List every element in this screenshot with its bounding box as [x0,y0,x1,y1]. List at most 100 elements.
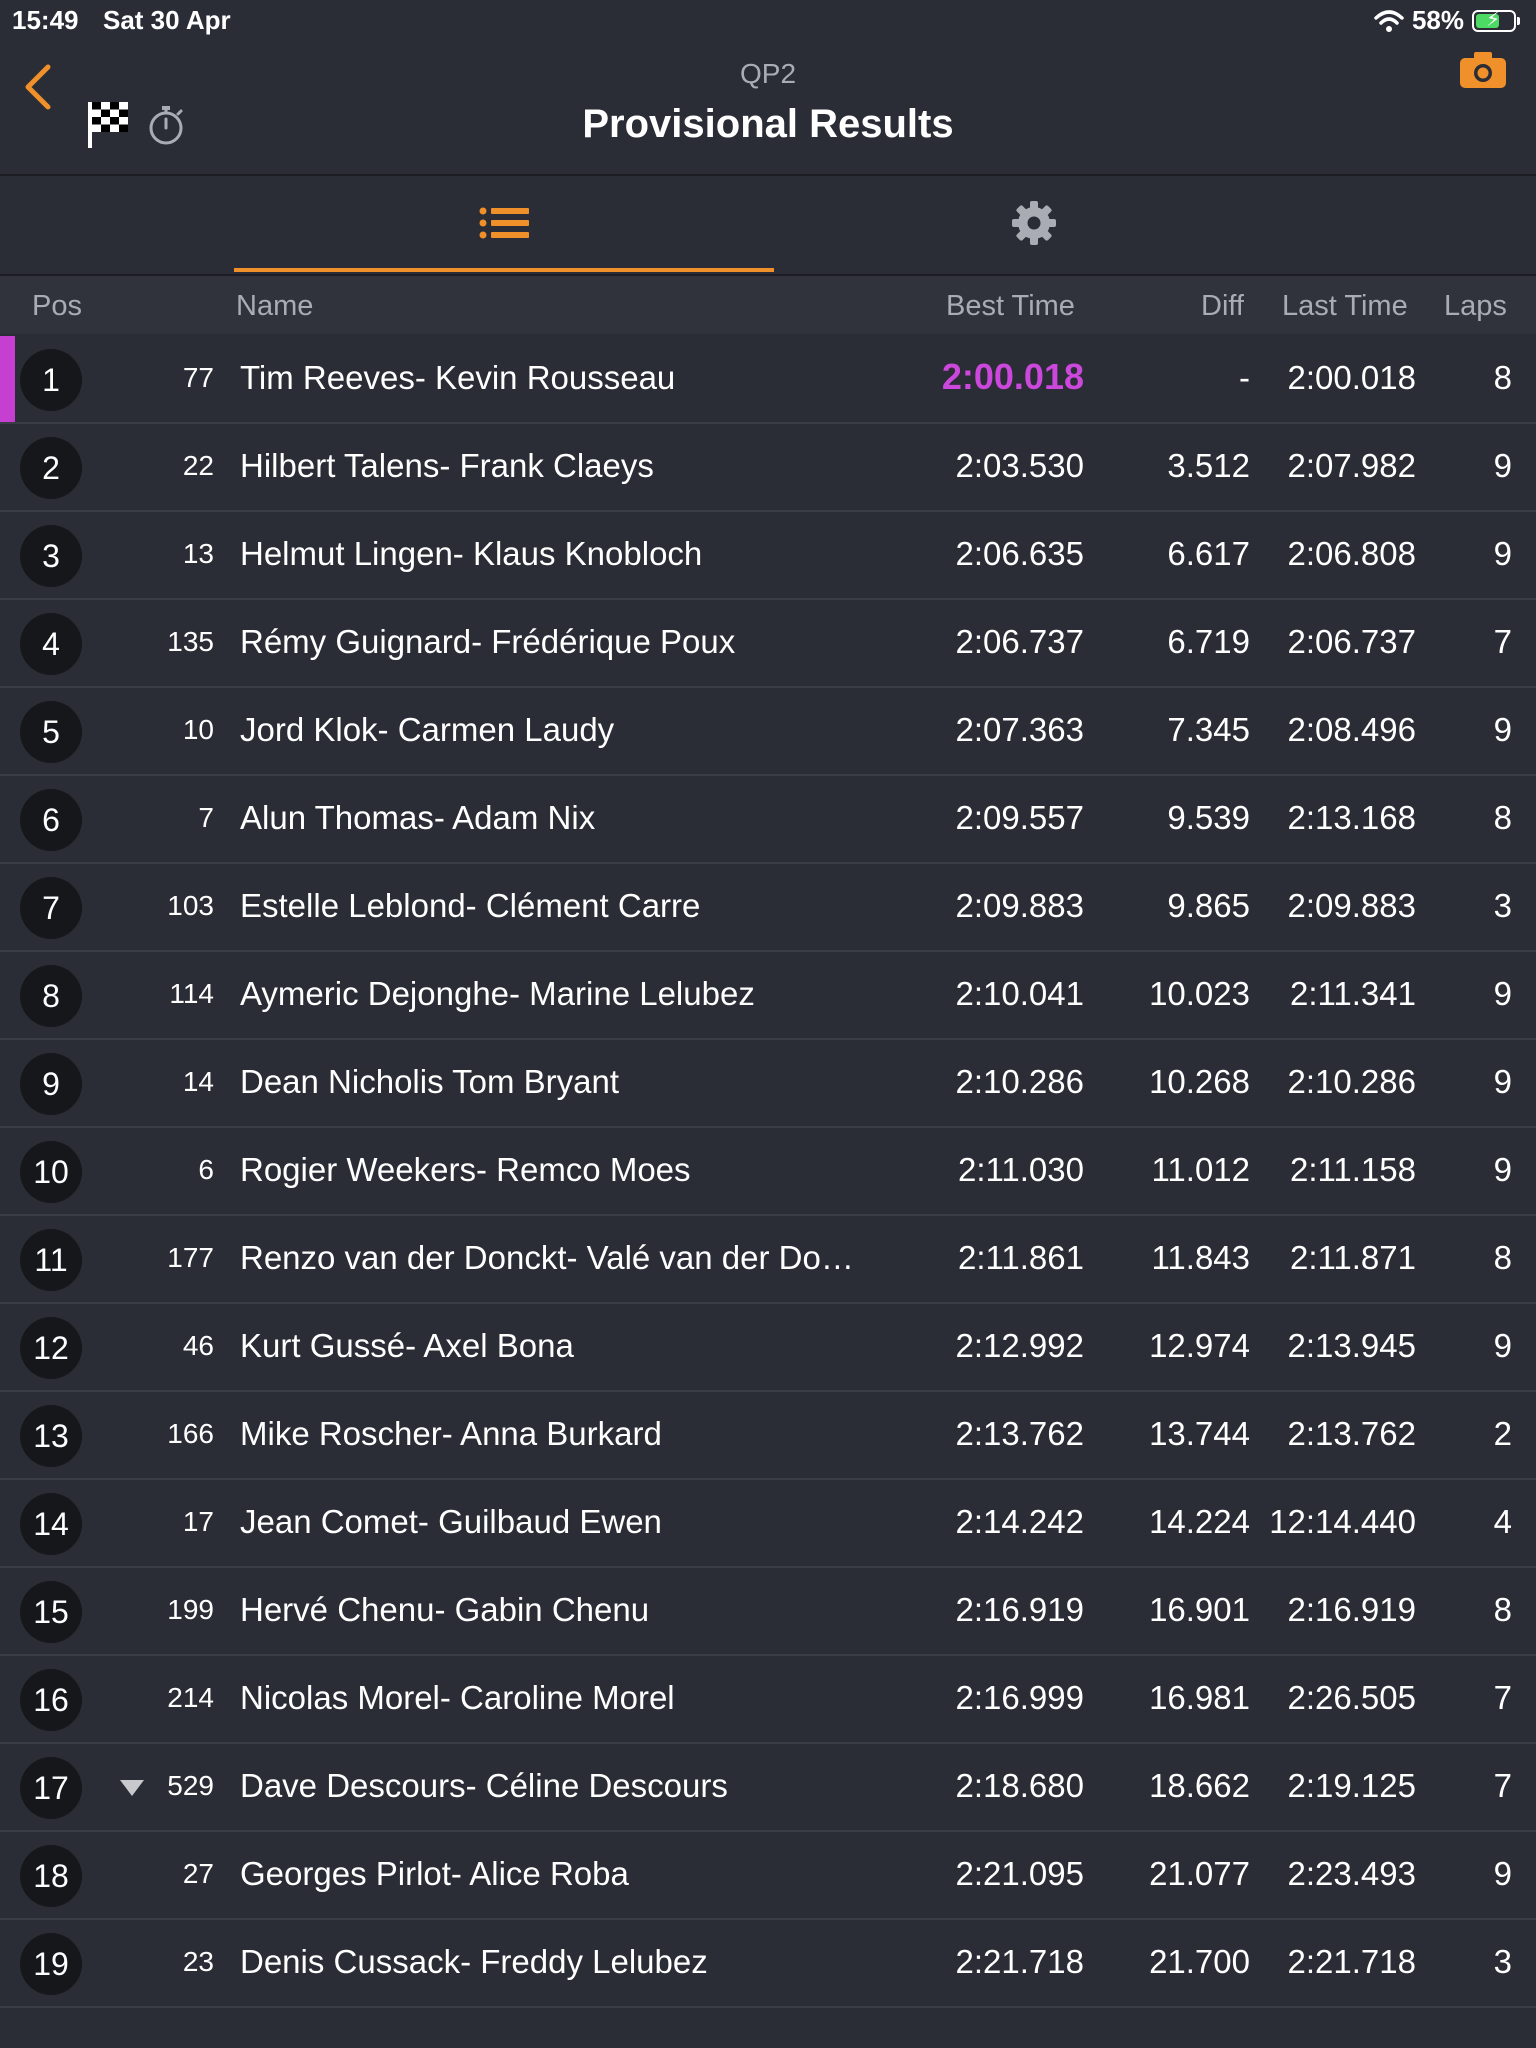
last-time: 2:13.762 [1287,1415,1416,1452]
last-time: 2:06.737 [1287,623,1416,660]
table-row[interactable]: 12 46 Kurt Gussé- Axel Bona 2:12.992 12.974 2… [0,1304,1536,1392]
best-time: 2:09.557 [955,799,1084,836]
diff-time: 18.662 [1149,1767,1250,1804]
best-time: 2:12.992 [955,1327,1084,1364]
table-row[interactable]: 3 13 Helmut Lingen- Klaus Knobloch 2:06.635… [0,512,1536,600]
table-row[interactable]: 15 199 Hervé Chenu- Gabin Chenu 2:16.919 16.… [0,1568,1536,1656]
best-time: 2:03.530 [955,447,1084,484]
table-row[interactable]: 16 214 Nicolas Morel- Caroline Morel 2:16.9… [0,1656,1536,1744]
position-badge: 9 [20,1053,82,1115]
stopwatch-icon[interactable] [146,104,186,146]
driver-names: Mike Roscher- Anna Burkard [240,1415,662,1452]
driver-names: Hilbert Talens- Frank Claeys [240,447,654,484]
best-time: 2:06.737 [955,623,1084,660]
laps-count: 4 [1493,1503,1512,1540]
table-row[interactable]: 2 22 Hilbert Talens- Frank Claeys 2:03.530 3… [0,424,1536,512]
last-time: 2:00.018 [1287,359,1416,396]
status-right: 58% ⚡ [1374,5,1520,36]
last-time: 2:09.883 [1287,887,1416,924]
driver-names: Denis Cussack- Freddy Lelubez [240,1943,708,1980]
table-row[interactable]: 18 27 Georges Pirlot- Alice Roba 2:21.095 21… [0,1832,1536,1920]
last-time: 12:14.440 [1269,1503,1416,1540]
tab-results-list[interactable] [234,174,774,272]
results-table: 1 77 Tim Reeves- Kevin Rousseau 2:00.018-2:… [0,336,1536,2008]
driver-names: Georges Pirlot- Alice Roba [240,1855,629,1892]
best-time: 2:06.635 [955,535,1084,572]
table-row[interactable]: 7 103 Estelle Leblond- Clément Carre 2:09.8… [0,864,1536,952]
laps-count: 8 [1493,359,1512,396]
table-row[interactable]: 19 23 Denis Cussack- Freddy Lelubez 2:21.71… [0,1920,1536,2008]
col-name: Name [236,290,314,322]
column-headers: Pos Name Best Time Diff Last Time Laps [0,276,1536,334]
driver-names: Aymeric Dejonghe- Marine Lelubez [240,975,755,1012]
position-badge: 17 [20,1757,82,1819]
table-row[interactable]: 10 6 Rogier Weekers- Remco Moes 2:11.030 11.… [0,1128,1536,1216]
status-date: Sat 30 Apr [103,5,231,35]
tab-settings[interactable] [764,174,1304,272]
driver-names: Hervé Chenu- Gabin Chenu [240,1591,650,1628]
table-row[interactable]: 17 529 Dave Descours- Céline Descours 2:18.… [0,1744,1536,1832]
driver-names: Rémy Guignard- Frédérique Poux [240,623,736,660]
col-last-time: Last Time [1282,290,1408,322]
laps-count: 9 [1493,535,1512,572]
table-row[interactable]: 1 77 Tim Reeves- Kevin Rousseau 2:00.018-2:… [0,336,1536,424]
diff-time: 14.224 [1149,1503,1250,1540]
car-number: 17 [182,1506,214,1537]
best-time: 2:13.762 [955,1415,1084,1452]
driver-names: Jord Klok- Carmen Laudy [240,711,615,748]
best-time: 2:21.095 [955,1855,1084,1892]
car-number: 77 [182,362,214,393]
diff-time: 16.981 [1149,1679,1250,1716]
car-number: 103 [167,890,214,921]
table-row[interactable]: 5 10 Jord Klok- Carmen Laudy 2:07.363 7.345 2… [0,688,1536,776]
battery-percent: 58% [1411,5,1464,35]
diff-time: 10.268 [1149,1063,1250,1100]
last-time: 2:23.493 [1287,1855,1416,1892]
diff-time: 10.023 [1149,975,1250,1012]
tab-bar [0,174,1536,276]
session-name: QP2 [739,58,797,89]
last-time: 2:06.808 [1287,535,1416,572]
table-row[interactable]: 14 17 Jean Comet- Guilbaud Ewen 2:14.242 14.… [0,1480,1536,1568]
laps-count: 2 [1493,1415,1512,1452]
laps-count: 3 [1493,887,1512,924]
table-row[interactable]: 4 135 Rémy Guignard- Frédérique Poux 2:06.7… [0,600,1536,688]
last-time: 2:11.158 [1289,1151,1416,1188]
driver-names: Alun Thomas- Adam Nix [240,799,596,836]
table-row[interactable]: 6 7 Alun Thomas- Adam Nix 2:09.557 9.539 2:13… [0,776,1536,864]
last-time: 2:13.168 [1287,799,1416,836]
car-number: 529 [167,1770,214,1801]
best-time: 2:11.861 [957,1239,1084,1276]
last-time: 2:08.496 [1287,711,1416,748]
col-best-time: Best Time [946,290,1075,322]
position-badge: 3 [20,525,82,587]
table-row[interactable]: 9 14 Dean Nicholis Tom Bryant 2:10.286 10.26… [0,1040,1536,1128]
diff-time: 6.617 [1167,535,1250,572]
car-number: 10 [182,714,214,745]
table-row[interactable]: 11 177 Renzo van der Donckt- Valé van der … [0,1216,1536,1304]
car-number: 166 [167,1418,214,1449]
table-row[interactable]: 8 114 Aymeric Dejonghe- Marine Lelubez 2:10… [0,952,1536,1040]
driver-names: Rogier Weekers- Remco Moes [240,1151,691,1188]
laps-count: 3 [1493,1943,1512,1980]
laps-count: 9 [1493,1151,1512,1188]
camera-icon[interactable] [1460,52,1506,88]
position-badge: 13 [20,1405,82,1467]
table-row[interactable]: 13 166 Mike Roscher- Anna Burkard 2:13.762 1… [0,1392,1536,1480]
laps-count: 8 [1493,1239,1512,1276]
laps-count: 9 [1493,447,1512,484]
car-number: 14 [182,1066,214,1097]
col-laps: Laps [1444,290,1507,322]
car-number: 6 [198,1154,214,1185]
car-number: 135 [167,626,214,657]
diff-time: 9.539 [1167,799,1250,836]
driver-names: Kurt Gussé- Axel Bona [240,1327,574,1364]
position-badge: 14 [20,1493,82,1555]
position-badge: 12 [20,1317,82,1379]
status-bar: 15:49 Sat 30 Apr 58% ⚡ [0,0,1536,40]
diff-time: 11.012 [1151,1151,1250,1188]
diff-time: 13.744 [1149,1415,1250,1452]
battery-icon: ⚡ [1472,9,1520,32]
last-time: 2:10.286 [1287,1063,1416,1100]
position-badge: 16 [20,1669,82,1731]
